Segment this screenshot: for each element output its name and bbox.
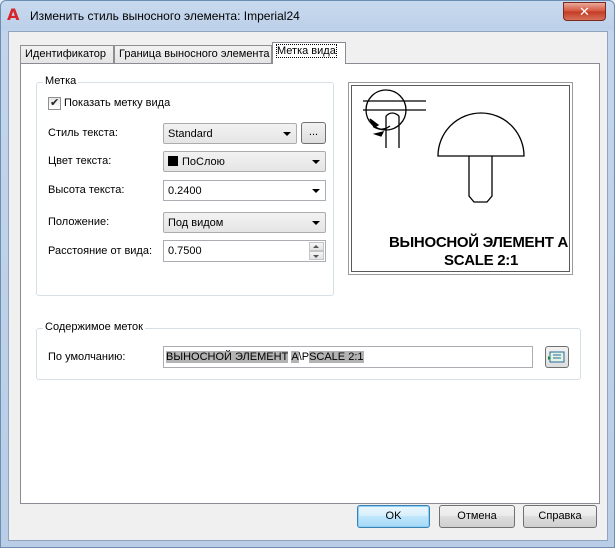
offset-spinner[interactable]: 0.7500 — [163, 240, 326, 262]
insert-field-button[interactable] — [545, 346, 569, 368]
text-style-label: Стиль текста: — [48, 127, 118, 139]
chevron-down-icon — [283, 132, 291, 136]
tab-view-label[interactable]: Метка вида — [272, 42, 346, 64]
checkmark-icon: ✔ — [50, 97, 60, 109]
text-style-browse-button[interactable]: ... — [301, 122, 326, 144]
close-icon: ✕ — [579, 4, 590, 19]
label-contents-group: Содержимое меток По умолчанию: ВЫНОСНОЙ … — [36, 321, 581, 380]
insert-field-icon — [548, 351, 565, 363]
help-label: Справка — [538, 510, 582, 522]
field-highlight: ВЫНОСНОЙ ЭЛЕМЕНТ — [166, 351, 289, 363]
default-contents-field[interactable]: ВЫНОСНОЙ ЭЛЕМЕНТ A\PSCALE 2:1 — [163, 346, 533, 368]
field-highlight: 2:1 — [348, 351, 364, 363]
window-title: Изменить стиль выносного элемента: Imper… — [30, 9, 300, 23]
text-height-label: Высота текста: — [48, 184, 125, 196]
tab-panel-view-label: Метка ✔ Показать метку вида Стиль текста… — [20, 63, 600, 504]
preview-frame: ВЫНОСНОЙ ЭЛЕМЕНТ А SCALE 2:1 — [351, 85, 570, 272]
field-highlight: SCALE — [309, 351, 349, 363]
label-group-legend: Метка — [43, 75, 79, 87]
text-height-combo[interactable]: 0.2400 — [163, 180, 326, 201]
ok-label: OK — [385, 510, 402, 522]
cancel-button[interactable]: Отмена — [439, 505, 515, 528]
chevron-down-icon — [312, 189, 320, 193]
color-swatch-icon — [168, 156, 178, 166]
preview-label-line2: SCALE 2:1 — [444, 252, 518, 269]
tab-label: Идентификатор — [25, 48, 106, 60]
text-style-dropdown[interactable]: Standard — [163, 123, 297, 144]
field-text: \P — [298, 351, 310, 363]
dialog-window: A Изменить стиль выносного элемента: Imp… — [0, 0, 615, 548]
offset-value: 0.7500 — [168, 245, 202, 257]
placement-value: Под видом — [168, 217, 224, 229]
field-highlight: A — [291, 351, 299, 363]
text-color-value-wrap: ПоСлою — [168, 156, 225, 168]
tab-label: Граница выносного элемента — [119, 48, 270, 60]
placement-dropdown[interactable]: Под видом — [163, 212, 326, 233]
text-color-label: Цвет текста: — [48, 155, 112, 167]
tab-identifier[interactable]: Идентификатор — [20, 45, 114, 64]
close-button[interactable]: ✕ — [563, 2, 606, 21]
ellipsis-label: ... — [308, 126, 319, 138]
text-style-value: Standard — [168, 128, 213, 140]
spinner-up-icon[interactable] — [309, 242, 324, 251]
spinner-down-icon[interactable] — [309, 251, 324, 260]
offset-label: Расстояние от вида: — [48, 245, 153, 257]
tab-detail-boundary[interactable]: Граница выносного элемента — [114, 45, 272, 64]
ok-button[interactable]: OK — [357, 505, 430, 528]
text-color-dropdown[interactable]: ПоСлою — [163, 151, 326, 172]
chevron-down-icon — [312, 160, 320, 164]
cancel-label: Отмена — [457, 510, 497, 522]
default-contents-value: ВЫНОСНОЙ ЭЛЕМЕНТ A\PSCALE 2:1 — [166, 351, 364, 363]
show-label-checkbox[interactable]: ✔ — [48, 97, 61, 110]
text-color-value: ПоСлою — [182, 156, 225, 168]
label-group: Метка ✔ Показать метку вида Стиль текста… — [36, 75, 334, 296]
text-height-value: 0.2400 — [168, 185, 202, 197]
dialog-client-area: Идентификатор Граница выносного элемента… — [8, 31, 608, 541]
placement-label: Положение: — [48, 216, 110, 228]
help-button[interactable]: Справка — [523, 505, 597, 528]
preview-label-line1: ВЫНОСНОЙ ЭЛЕМЕНТ А — [389, 234, 569, 251]
label-contents-legend: Содержимое меток — [43, 321, 145, 333]
title-bar[interactable]: A Изменить стиль выносного элемента: Imp… — [1, 1, 614, 31]
tab-label: Метка вида — [276, 44, 337, 58]
autocad-app-icon: A — [7, 5, 20, 24]
show-label-text: Показать метку вида — [64, 97, 171, 109]
chevron-down-icon — [312, 221, 320, 225]
default-contents-label: По умолчанию: — [48, 351, 126, 363]
preview-pane: ВЫНОСНОЙ ЭЛЕМЕНТ А SCALE 2:1 — [348, 82, 573, 275]
